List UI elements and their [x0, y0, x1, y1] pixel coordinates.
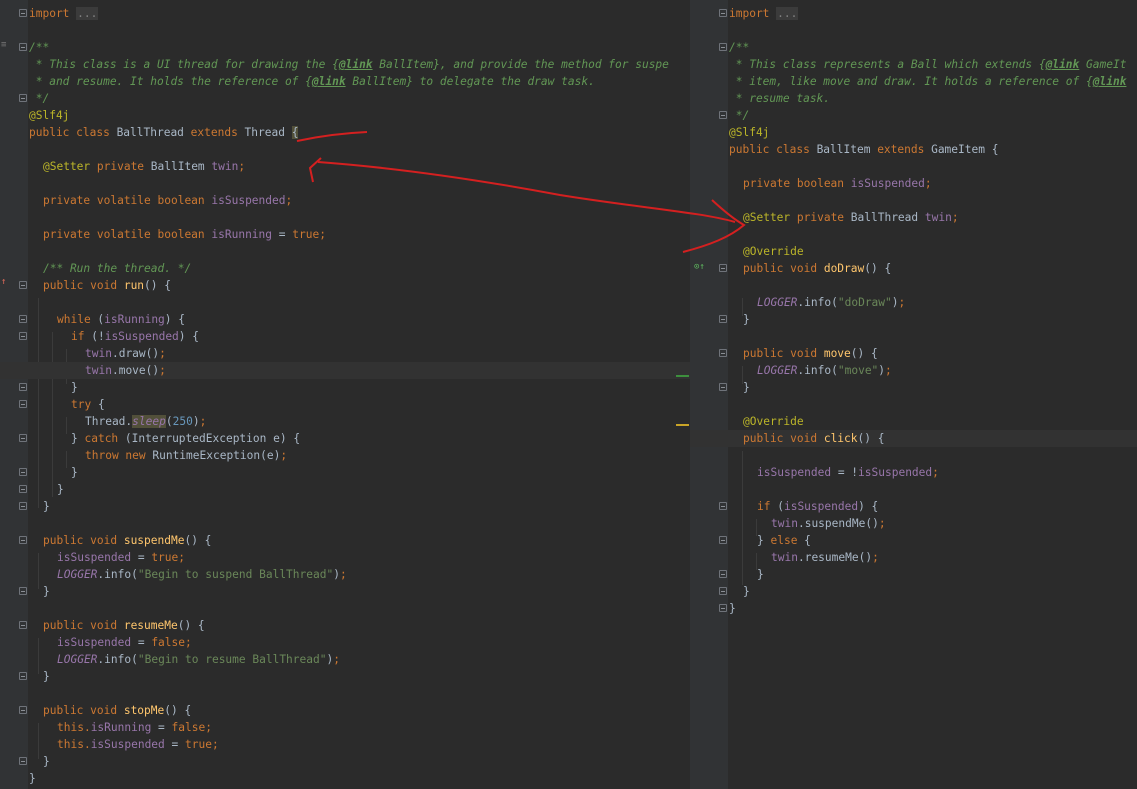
code-line[interactable]: isSuspended = true;: [0, 549, 690, 566]
code-line[interactable]: @Setter private BallThread twin;: [690, 209, 1137, 226]
code-line[interactable]: public void suspendMe() {: [0, 532, 690, 549]
folded-import[interactable]: ...: [776, 7, 799, 20]
code-line[interactable]: }: [0, 753, 690, 770]
code-line[interactable]: try {: [0, 396, 690, 413]
code-line[interactable]: } else {: [690, 532, 1137, 549]
code-line[interactable]: isSuspended = !isSuspended;: [690, 464, 1137, 481]
code-line[interactable]: public void run() {: [0, 277, 690, 294]
folded-import[interactable]: ...: [76, 7, 99, 20]
code-line[interactable]: public void stopMe() {: [0, 702, 690, 719]
code-line[interactable]: }: [0, 770, 690, 787]
code-line[interactable]: }: [690, 311, 1137, 328]
code-line[interactable]: private boolean isSuspended;: [690, 175, 1137, 192]
code-line[interactable]: while (isRunning) {: [0, 311, 690, 328]
code-line[interactable]: }: [0, 498, 690, 515]
code-line[interactable]: LOGGER.info("move");: [690, 362, 1137, 379]
code-line[interactable]: if (isSuspended) {: [690, 498, 1137, 515]
code-line[interactable]: }: [0, 464, 690, 481]
code-line[interactable]: Thread.sleep(250);: [0, 413, 690, 430]
scroll-marker-change[interactable]: [676, 375, 689, 377]
code-line[interactable]: /**: [0, 39, 690, 56]
code-line[interactable]: @Setter private BallItem twin;: [0, 158, 690, 175]
code-line[interactable]: @Slf4j: [0, 107, 690, 124]
code-line[interactable]: }: [0, 668, 690, 685]
code-line[interactable]: twin.resumeMe();: [690, 549, 1137, 566]
code-line[interactable]: }: [690, 583, 1137, 600]
code-line[interactable]: /** Run the thread. */: [0, 260, 690, 277]
code-line[interactable]: twin.suspendMe();: [690, 515, 1137, 532]
code-line[interactable]: */: [0, 90, 690, 107]
code-line[interactable]: public void doDraw() {: [690, 260, 1137, 277]
code-line[interactable]: @Override: [690, 413, 1137, 430]
code-line[interactable]: */: [690, 107, 1137, 124]
code-line[interactable]: * item, like move and draw. It holds a r…: [690, 73, 1137, 90]
code-line[interactable]: throw new RuntimeException(e);: [0, 447, 690, 464]
code-line[interactable]: if (!isSuspended) {: [0, 328, 690, 345]
code-line[interactable]: * resume task.: [690, 90, 1137, 107]
code-line[interactable]: }: [0, 379, 690, 396]
code-line[interactable]: private volatile boolean isSuspended;: [0, 192, 690, 209]
code-line[interactable]: public void move() {: [690, 345, 1137, 362]
code-line[interactable]: public class BallThread extends Thread {: [0, 124, 690, 141]
code-line[interactable]: } catch (InterruptedException e) {: [0, 430, 690, 447]
code-line[interactable]: LOGGER.info("doDraw");: [690, 294, 1137, 311]
code-line[interactable]: }: [690, 566, 1137, 583]
code-line[interactable]: twin.draw();: [0, 345, 690, 362]
code-line[interactable]: LOGGER.info("Begin to suspend BallThread…: [0, 566, 690, 583]
code-line[interactable]: import ...: [690, 5, 1137, 22]
code-line[interactable]: * This class is a UI thread for drawing …: [0, 56, 690, 73]
code-line[interactable]: * and resume. It holds the reference of …: [0, 73, 690, 90]
code-line[interactable]: }: [0, 583, 690, 600]
code-line[interactable]: * This class represents a Ball which ext…: [690, 56, 1137, 73]
code-line[interactable]: LOGGER.info("Begin to resume BallThread"…: [0, 651, 690, 668]
code-line[interactable]: @Override: [690, 243, 1137, 260]
code-line[interactable]: public class BallItem extends GameItem {: [690, 141, 1137, 158]
code-line[interactable]: isSuspended = false;: [0, 634, 690, 651]
code-line[interactable]: this.isSuspended = true;: [0, 736, 690, 753]
code-line[interactable]: }: [690, 600, 1137, 617]
code-line[interactable]: private volatile boolean isRunning = tru…: [0, 226, 690, 243]
code-line[interactable]: }: [690, 379, 1137, 396]
code-line[interactable]: this.isRunning = false;: [0, 719, 690, 736]
scroll-marker-warning[interactable]: [676, 424, 689, 426]
code-line[interactable]: @Slf4j: [690, 124, 1137, 141]
editor-right[interactable]: ⊙↑ ⊙↑ import ... /** * This class repres…: [690, 0, 1137, 789]
editor-left[interactable]: ↑ ≡ import ... /** * This class is a UI …: [0, 0, 690, 789]
code-line[interactable]: import ...: [0, 5, 690, 22]
code-line[interactable]: }: [0, 481, 690, 498]
code-line[interactable]: public void resumeMe() {: [0, 617, 690, 634]
code-line[interactable]: /**: [690, 39, 1137, 56]
code-line-current[interactable]: public void click() {: [690, 430, 1137, 447]
code-line-current[interactable]: twin.move();: [0, 362, 690, 379]
